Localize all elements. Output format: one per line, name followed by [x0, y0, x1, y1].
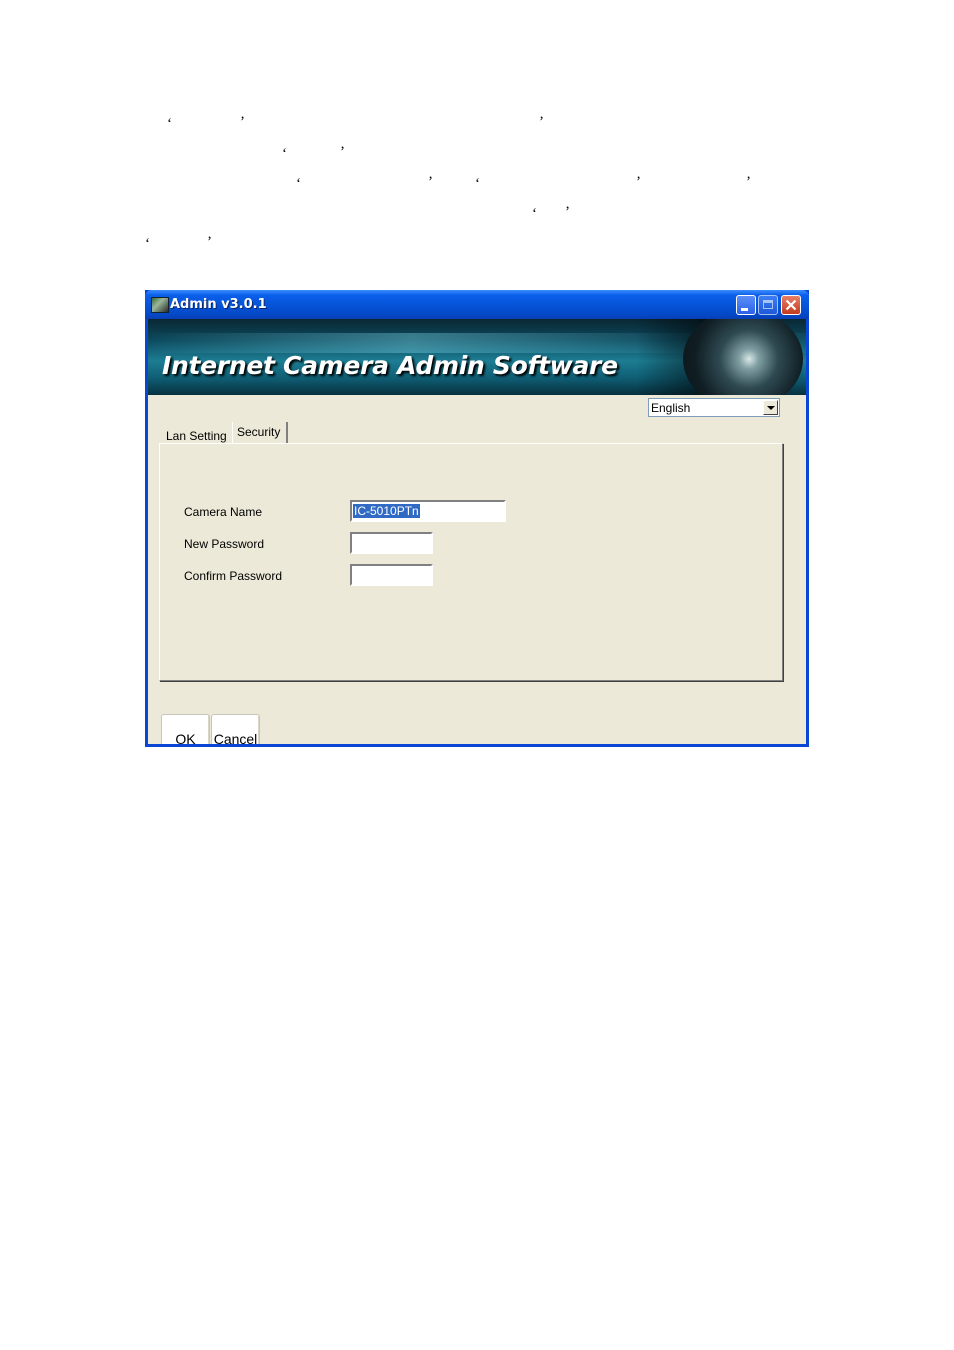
confirm-password-label: Confirm Password — [184, 569, 283, 583]
ok-button[interactable]: OK — [161, 714, 210, 744]
tab-security[interactable]: Security — [232, 422, 289, 444]
close-icon — [785, 299, 797, 311]
maximize-button[interactable] — [758, 295, 778, 315]
quote-mark: ’ — [340, 144, 345, 160]
quote-mark: ’ — [207, 234, 212, 250]
header-banner: Internet Camera Admin Software — [148, 319, 806, 395]
security-panel — [159, 443, 783, 681]
chevron-down-icon[interactable] — [763, 400, 778, 415]
quote-mark: ’ — [746, 174, 751, 190]
language-select[interactable]: English — [648, 398, 780, 417]
quote-mark: ‘ — [475, 176, 480, 192]
new-password-label: New Password — [184, 537, 265, 551]
language-selected-value: English — [651, 401, 691, 415]
quote-mark: ‘ — [282, 146, 287, 162]
dialog-client-area: Internet Camera Admin Software English L… — [148, 319, 806, 744]
quote-mark: ’ — [428, 174, 433, 190]
quote-mark: ’ — [565, 204, 570, 220]
quote-mark: ’ — [636, 174, 641, 190]
minimize-button[interactable] — [736, 295, 756, 315]
quote-mark: ‘ — [167, 116, 172, 132]
title-bar[interactable]: Admin v3.0.1 — [145, 290, 809, 319]
window-title: Admin v3.0.1 — [170, 297, 267, 312]
close-button[interactable] — [781, 295, 801, 315]
banner-title: Internet Camera Admin Software — [162, 351, 618, 380]
quote-mark: ‘ — [145, 236, 150, 252]
admin-window: Admin v3.0.1 Internet Camera Admin Softw… — [145, 290, 809, 747]
camera-name-value: IC-5010PTn — [353, 504, 420, 518]
confirm-password-input[interactable] — [350, 564, 433, 586]
quote-mark: ’ — [539, 114, 544, 130]
camera-app-icon — [151, 297, 169, 313]
cancel-button[interactable]: Cancel — [211, 714, 260, 744]
quote-mark: ’ — [240, 114, 245, 130]
camera-name-label: Camera Name — [184, 505, 263, 519]
quote-mark: ‘ — [532, 206, 537, 222]
camera-lens-image — [683, 319, 803, 395]
quote-mark: ‘ — [296, 176, 301, 192]
new-password-input[interactable] — [350, 532, 433, 554]
camera-name-input[interactable]: IC-5010PTn — [350, 500, 506, 522]
